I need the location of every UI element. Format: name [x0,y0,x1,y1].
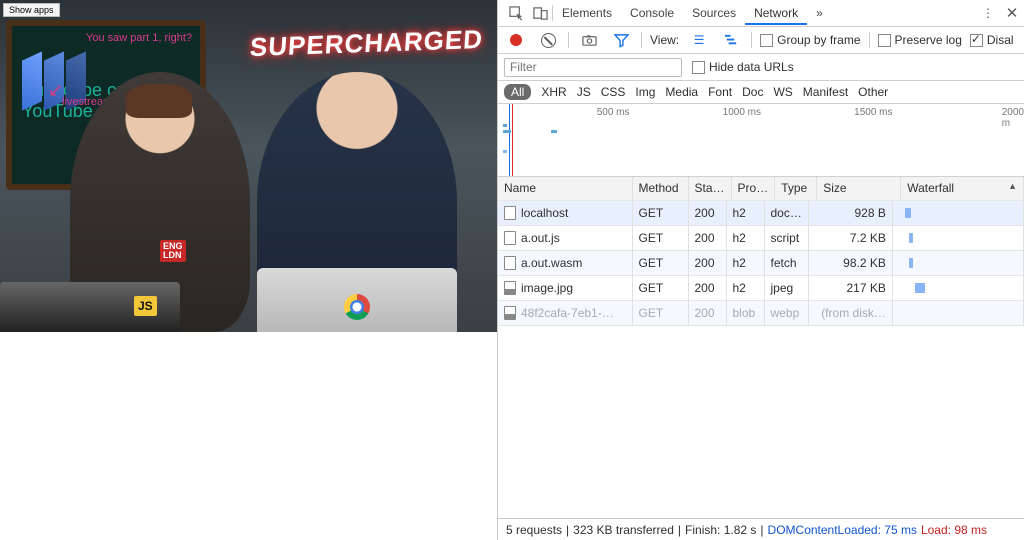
file-icon [504,281,516,295]
filter-js[interactable]: JS [577,85,591,99]
waterfall-cell [899,229,1017,247]
devtools-tabbar: Elements Console Sources Network » ⋮ ✕ [498,0,1024,27]
disable-cache-label: Disal [987,33,1014,47]
tick-1500: 1500 ms [854,107,892,118]
waterfall-cell [899,279,1017,297]
filter-icon[interactable] [609,28,633,52]
view-label: View: [650,33,679,47]
divider-icon [869,32,870,48]
filter-bar: Hide data URLs [498,54,1024,81]
tab-network[interactable]: Network [745,1,807,25]
load-line-icon [512,104,513,176]
table-header: Name Method Sta… Pro… Type Size Waterfal… [498,177,1024,200]
devtools-panel: Elements Console Sources Network » ⋮ ✕ V… [497,0,1024,540]
table-row[interactable]: 48f2cafa-7eb1-…GET200blobwebp(from disk… [498,300,1024,325]
sticker-eng: ENG LDN [160,240,186,262]
arrow-icon: ↙ [48,80,63,101]
filter-ws[interactable]: WS [773,85,792,99]
dcl-line-icon [509,104,510,176]
col-status[interactable]: Sta… [688,177,731,200]
waterfall-view-icon[interactable] [719,28,743,52]
group-label: Group by frame [777,33,860,47]
neon-sign: SUPERCHARGED [249,24,484,63]
divider-icon [568,32,569,48]
group-by-frame-checkbox[interactable]: Group by frame [760,33,860,47]
laptop-right [257,268,457,332]
col-waterfall[interactable]: Waterfall▲ [901,177,1024,200]
filter-media[interactable]: Media [665,85,698,99]
tab-sources[interactable]: Sources [683,1,745,25]
filter-img[interactable]: Img [635,85,655,99]
status-requests: 5 requests [506,523,562,537]
file-icon [504,306,516,320]
table-row[interactable]: a.out.jsGET200h2script7.2 KB [498,225,1024,250]
video-pane: Show apps You saw part 1, right? ↙ lives… [0,0,497,540]
close-icon[interactable]: ✕ [1000,1,1024,25]
col-size[interactable]: Size [817,177,901,200]
tab-console[interactable]: Console [621,1,683,25]
table-row[interactable]: image.jpgGET200h2jpeg217 KB [498,275,1024,300]
timeline-overview[interactable]: 500 ms 1000 ms 1500 ms 2000 m [498,104,1024,177]
col-name[interactable]: Name [498,177,632,200]
large-rows-icon[interactable]: ☰ [687,28,711,52]
filter-all[interactable]: All [504,84,531,100]
table-row[interactable]: localhostGET200h2doc…928 B [498,201,1024,226]
video-content: Show apps You saw part 1, right? ↙ lives… [0,0,497,332]
col-type[interactable]: Type [775,177,817,200]
kebab-icon[interactable]: ⋮ [976,1,1000,25]
status-bar: 5 requests | 323 KB transferred | Finish… [498,518,1024,540]
disable-cache-checkbox[interactable]: Disal [970,33,1014,47]
inspect-icon[interactable] [504,1,528,25]
hide-label: Hide data URLs [709,60,794,74]
record-button[interactable] [504,28,528,52]
file-icon [504,256,516,270]
filter-css[interactable]: CSS [601,85,626,99]
clear-icon[interactable] [536,28,560,52]
preserve-log-checkbox[interactable]: Preserve log [878,33,962,47]
network-toolbar: View: ☰ Group by frame Preserve log Disa… [498,27,1024,54]
tick-2000: 2000 m [1002,107,1024,129]
filter-font[interactable]: Font [708,85,732,99]
timeline-bar [503,150,507,153]
laptop-left: JS ENG LDN [0,282,180,332]
device-toggle-icon[interactable] [528,1,552,25]
col-protocol[interactable]: Pro… [731,177,775,200]
table-row[interactable]: a.out.wasmGET200h2fetch98.2 KB [498,250,1024,275]
filter-manifest[interactable]: Manifest [803,85,848,99]
tick-1000: 1000 ms [723,107,761,118]
waterfall-cell [899,254,1017,272]
status-dcl: DOMContentLoaded: 75 ms [768,523,917,537]
timeline-bar [551,130,557,133]
show-apps-button[interactable]: Show apps [3,3,60,17]
tab-more[interactable]: » [807,1,832,25]
request-grid: Name Method Sta… Pro… Type Size Waterfal… [498,177,1024,518]
divider-icon [641,32,642,48]
capture-screenshot-icon[interactable] [577,28,601,52]
timeline-bar [503,124,507,127]
status-load: Load: 98 ms [921,523,987,537]
tab-elements[interactable]: Elements [553,1,621,25]
waterfall-cell [899,204,1017,222]
filter-other[interactable]: Other [858,85,888,99]
tick-500: 500 ms [597,107,630,118]
col-method[interactable]: Method [632,177,688,200]
divider-icon [751,32,752,48]
preserve-label: Preserve log [895,33,962,47]
timeline-bar [503,130,511,133]
chalk-text-top: You saw part 1, right? [86,32,192,44]
status-finish: Finish: 1.82 s [685,523,756,537]
hide-data-urls-checkbox[interactable]: Hide data URLs [692,60,794,74]
file-icon [504,231,516,245]
status-transferred: 323 KB transferred [573,523,674,537]
type-filters: All XHR JS CSS Img Media Font Doc WS Man… [498,81,1024,104]
filter-doc[interactable]: Doc [742,85,763,99]
waterfall-cell [899,304,1017,322]
filter-xhr[interactable]: XHR [541,85,566,99]
file-icon [504,206,516,220]
sticker-js: JS [134,296,157,316]
chrome-icon [344,294,370,320]
filter-input[interactable] [504,58,682,77]
